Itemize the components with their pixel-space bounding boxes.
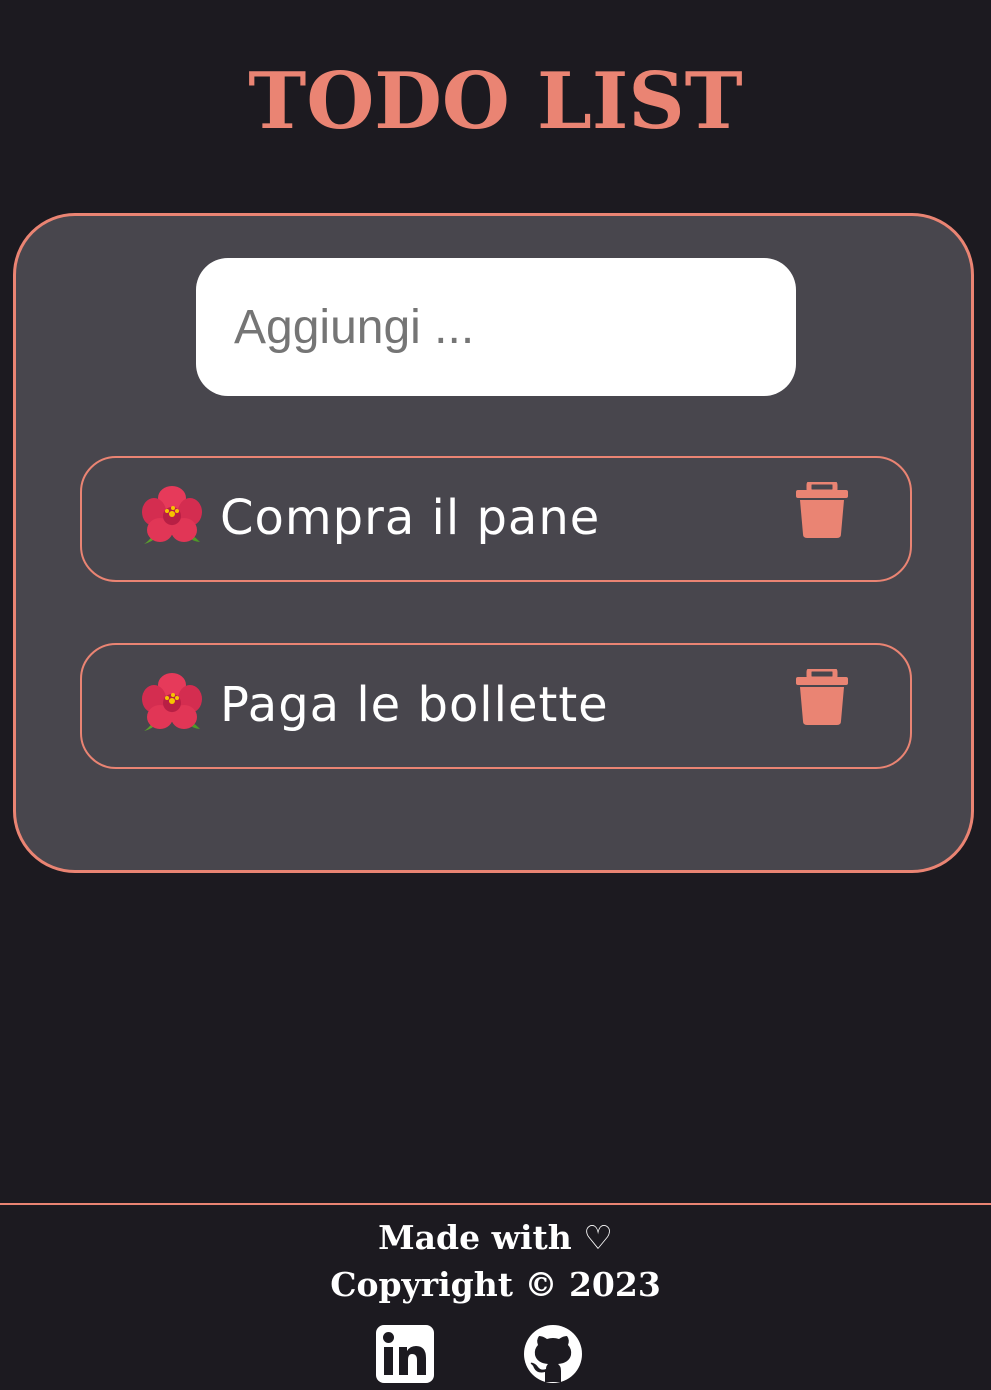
todo-card: Compra il pane Paga le bollette xyxy=(13,213,974,873)
todo-item-label: Compra il pane xyxy=(220,490,601,546)
trash-icon[interactable] xyxy=(796,482,848,538)
trash-icon[interactable] xyxy=(796,669,848,725)
footer-divider xyxy=(0,1203,991,1205)
add-todo-input[interactable] xyxy=(196,258,796,396)
hibiscus-icon xyxy=(142,673,202,731)
todo-item-label: Paga le bollette xyxy=(220,677,609,733)
copyright-text: Copyright © 2023 xyxy=(330,1265,661,1304)
hibiscus-icon xyxy=(142,486,202,544)
made-with-text: Made with ♡ xyxy=(378,1218,613,1257)
linkedin-icon[interactable] xyxy=(375,1324,435,1384)
todo-item[interactable]: Paga le bollette xyxy=(80,643,912,769)
page-title: TODO LIST xyxy=(248,56,743,147)
todo-item[interactable]: Compra il pane xyxy=(80,456,912,582)
github-icon[interactable] xyxy=(523,1324,583,1384)
